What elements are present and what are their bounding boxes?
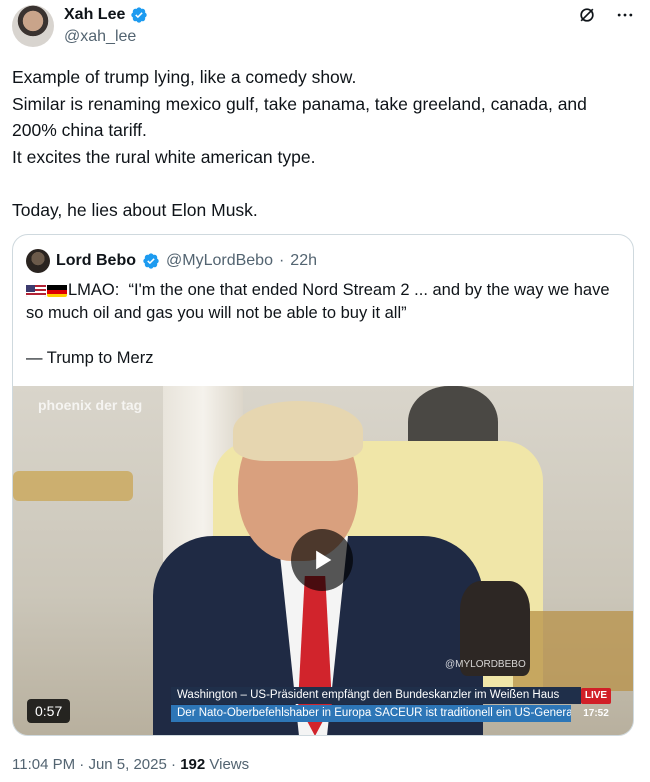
- play-icon: [316, 550, 332, 570]
- quoted-avatar[interactable]: [26, 249, 50, 273]
- germany-flag-icon: [47, 283, 67, 297]
- gold-frame: [513, 611, 633, 691]
- tweet-date[interactable]: Jun 5, 2025: [88, 756, 166, 773]
- tweet-text: Example of trump lying, like a comedy sh…: [12, 67, 587, 220]
- author-handle[interactable]: @xah_lee: [64, 28, 136, 46]
- quoted-text: LMAO: “I'm the one that ended Nord Strea…: [26, 279, 621, 369]
- video-player[interactable]: phoenix der tag @MYLORDBEBO Washington –…: [13, 386, 633, 735]
- quoted-age[interactable]: 22h: [290, 252, 317, 270]
- separator-dot: ·: [171, 756, 177, 773]
- live-badge: LIVE: [581, 688, 611, 704]
- wall-ornament: [13, 471, 133, 501]
- verified-icon: [131, 7, 148, 23]
- quoted-author-name[interactable]: Lord Bebo: [56, 252, 136, 270]
- overlay-watermark: @MYLORDBEBO: [445, 659, 526, 670]
- tweet-actions-top: [576, 4, 636, 26]
- play-button[interactable]: [291, 529, 353, 591]
- tweet-time[interactable]: 11:04 PM: [12, 756, 75, 773]
- more-icon[interactable]: [614, 4, 636, 26]
- broadcast-clock: 17:52: [583, 708, 609, 719]
- author-row: Xah Lee: [64, 6, 148, 24]
- quoted-tweet[interactable]: Lord Bebo @MyLordBebo · 22h LMAO: “I'm t…: [12, 234, 634, 736]
- speaker-hair: [233, 401, 363, 461]
- separator-dot: ·: [79, 756, 85, 773]
- channel-watermark: phoenix der tag: [38, 397, 143, 413]
- quoted-author-row: Lord Bebo @MyLordBebo · 22h: [26, 249, 317, 273]
- quoted-text-body: LMAO: “I'm the one that ended Nord Strea…: [26, 281, 610, 367]
- views-label: Views: [209, 756, 250, 773]
- views-count: 192: [180, 756, 206, 773]
- avatar[interactable]: [12, 5, 54, 47]
- tweet-timestamp: 11:04 PM · Jun 5, 2025 · 192 Views: [12, 756, 249, 773]
- ticker-headline: Washington – US-Präsident empfängt den B…: [171, 687, 581, 704]
- author-name[interactable]: Xah Lee: [64, 6, 125, 24]
- quoted-author-handle[interactable]: @MyLordBebo: [166, 252, 273, 270]
- grok-icon[interactable]: [576, 4, 598, 26]
- us-flag-icon: [26, 283, 46, 297]
- separator-dot: ·: [278, 252, 285, 269]
- verified-icon: [143, 253, 159, 269]
- video-duration: 0:57: [27, 699, 71, 723]
- ticker-subline: Der Nato-Oberbefehlshaber in Europa SACE…: [171, 705, 571, 722]
